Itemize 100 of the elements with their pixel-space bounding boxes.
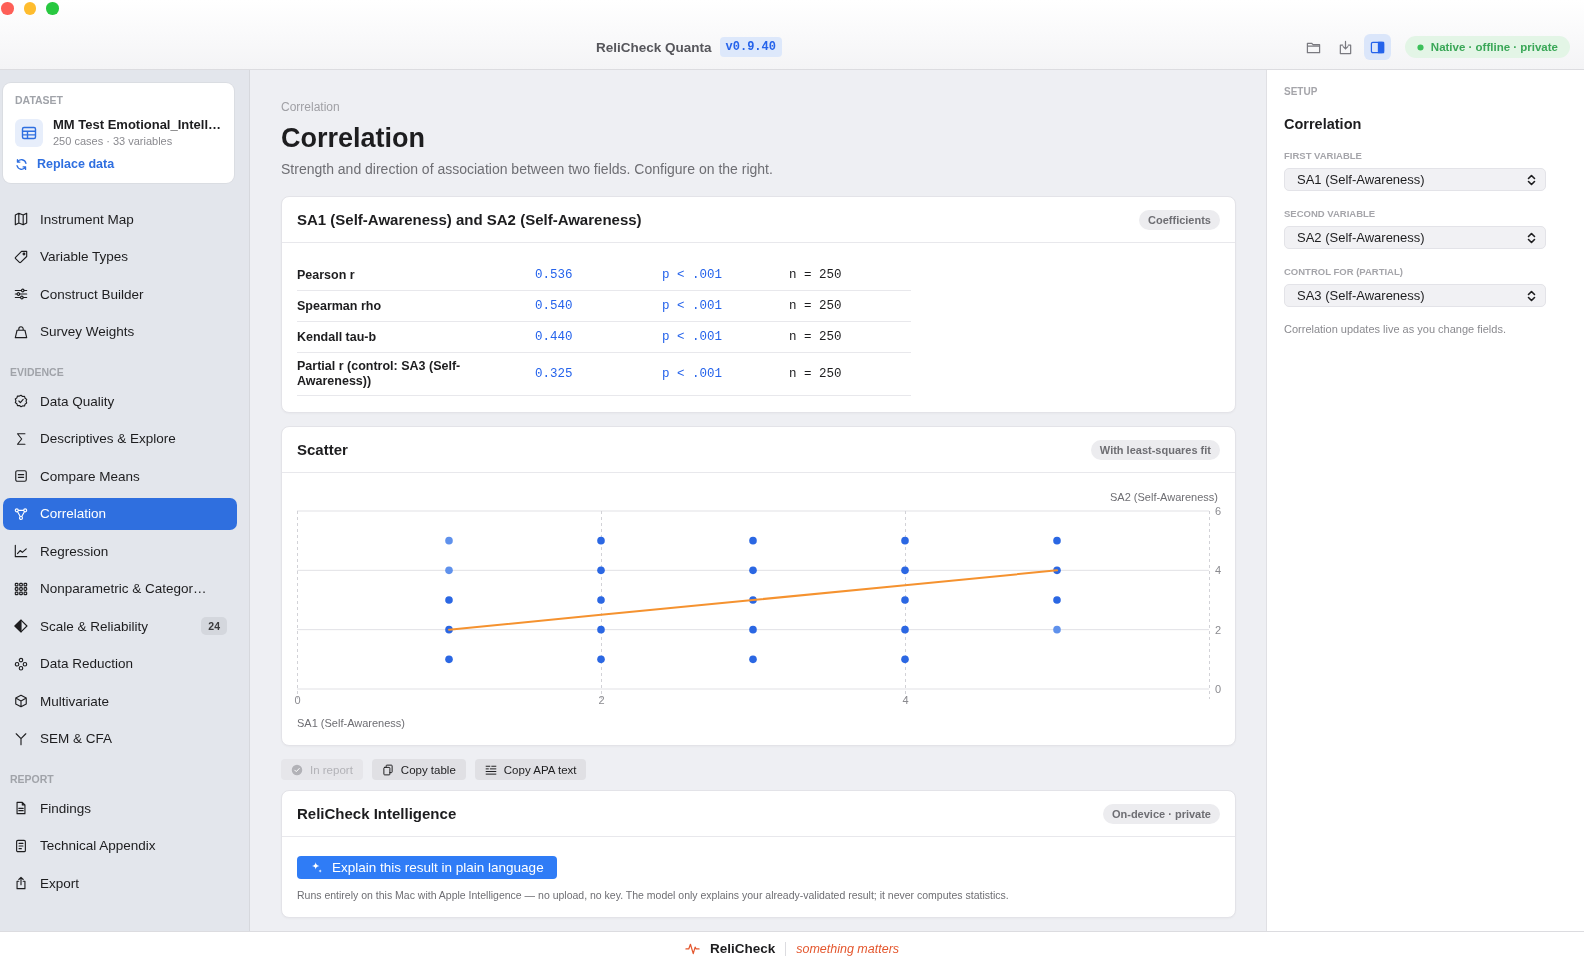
section-label: DATASET — [15, 93, 65, 107]
chevron-up-down-icon — [1527, 289, 1536, 302]
action-button[interactable]: Copy APA text — [474, 759, 587, 780]
card-title: ReliCheck Intelligence — [297, 805, 457, 822]
toolbar-button[interactable] — [1363, 34, 1391, 60]
sparkle-icon — [310, 861, 323, 874]
axis-tick-label: 2 — [1215, 623, 1222, 636]
tag-icon — [14, 249, 28, 264]
version-tag: v0.9.40 — [719, 37, 782, 57]
variable-select[interactable]: SA1 (Self-Awareness) — [1284, 168, 1546, 191]
sidebar-item[interactable]: Data Quality — [3, 385, 237, 417]
disclaimer-text: Runs entirely on this Mac with Apple Intelligence — no upload, no key. The model only explains your already-validated result; it never computes statistics. — [297, 888, 1010, 902]
replace-data-link[interactable]: Replace data — [15, 156, 115, 172]
statistic-label: Pearson r — [297, 267, 356, 283]
card-tag: On-device · private — [1102, 803, 1220, 824]
chevron-up-down-icon — [1527, 231, 1536, 244]
section-label: REPORT — [10, 772, 55, 786]
coefficient-value: 0.440 — [535, 329, 574, 345]
tray-download-icon — [1337, 39, 1353, 55]
window-title: ReliCheck Quanta — [596, 39, 712, 55]
y-axis-title: SA2 (Self-Awareness) — [1110, 491, 1218, 503]
refresh-icon — [15, 157, 28, 171]
share-icon — [14, 876, 28, 890]
chevron-up-down-icon — [1527, 173, 1536, 186]
sidebar-item[interactable]: Technical Appendix — [3, 829, 237, 862]
sidebar-item[interactable]: Scale & Reliability 24 — [3, 610, 237, 642]
map-icon — [14, 212, 28, 226]
axis-tick-label: 2 — [598, 694, 605, 706]
statistic-label: Kendall tau-b — [297, 329, 378, 345]
sidebar-item[interactable]: Descriptives & Explore — [3, 422, 237, 455]
contrast-icon — [14, 619, 28, 633]
explain-button[interactable]: Explain this result in plain language — [297, 856, 557, 879]
card-title: Scatter — [297, 441, 348, 458]
sample-size: n = 250 — [789, 329, 843, 345]
dataset-name: MM Test Emotional_Intell… — [53, 117, 222, 133]
axis-tick-label: 4 — [1215, 564, 1222, 577]
text-document-icon — [14, 838, 28, 853]
breadcrumb: Correlation — [281, 100, 341, 114]
axis-tick-label: 6 — [1215, 505, 1222, 517]
statistic-label: Partial r (control: SA3 (Self-Awareness)) — [297, 359, 462, 389]
panel-label: SETUP — [1284, 86, 1319, 98]
p-value: p < .001 — [662, 329, 723, 345]
brand-name: ReliCheck — [709, 941, 776, 956]
variable-select[interactable]: SA2 (Self-Awareness) — [1284, 226, 1546, 249]
p-value: p < .001 — [662, 366, 723, 382]
x-axis-title: SA1 (Self-Awareness) — [297, 717, 405, 729]
sidebar-item[interactable]: Instrument Map — [3, 203, 237, 235]
page-subtitle: Strength and direction of association between two fields. Configure on the right. — [281, 160, 774, 178]
sidebar-item[interactable]: Construct Builder — [3, 278, 237, 310]
document-icon — [14, 801, 28, 815]
table-icon — [15, 118, 43, 147]
cube-icon — [14, 694, 28, 708]
pulse-icon — [684, 941, 700, 956]
field-label: FIRST VARIABLE — [1284, 150, 1363, 161]
dataset-meta: 250 cases · 33 variables — [53, 134, 174, 148]
line-chart-icon — [14, 544, 28, 558]
section-label: EVIDENCE — [10, 365, 65, 379]
sample-size: n = 250 — [789, 298, 843, 314]
panel-note: Correlation updates live as you change fields. — [1284, 323, 1507, 336]
page-title: Correlation — [281, 122, 427, 155]
sidebar-item[interactable]: Compare Means — [3, 460, 237, 492]
p-value: p < .001 — [662, 298, 723, 314]
p-value: p < .001 — [662, 267, 723, 283]
sidebar-item[interactable]: Correlation — [3, 497, 237, 530]
list-icon — [14, 469, 28, 483]
action-button[interactable]: Copy table — [371, 759, 466, 780]
sidebar-item[interactable]: Findings — [3, 792, 237, 824]
sidebar-item[interactable]: Multivariate — [3, 685, 237, 717]
field-label: CONTROL FOR (PARTIAL) — [1284, 266, 1404, 277]
weight-icon — [14, 324, 28, 339]
coefficient-value: 0.540 — [535, 298, 574, 314]
variable-select[interactable]: SA3 (Self-Awareness) — [1284, 284, 1546, 307]
circles-icon — [14, 656, 28, 671]
axis-tick-label: 0 — [294, 694, 301, 706]
sidebar-item[interactable]: Nonparametric & Categor… — [3, 572, 237, 605]
text-lines-icon — [484, 763, 497, 776]
sidebar-item[interactable]: Regression — [3, 535, 237, 567]
check-circle-icon — [291, 763, 303, 776]
sidebar-item[interactable]: Survey Weights — [3, 315, 237, 348]
coefficient-value: 0.325 — [535, 366, 574, 382]
badge-check-icon — [14, 394, 28, 408]
card-tag: With least-squares fit — [1090, 439, 1220, 460]
zoom-window-button[interactable] — [46, 2, 59, 15]
fork-icon — [14, 731, 28, 746]
sidebar-item[interactable]: Data Reduction — [3, 647, 237, 680]
sidebar-item[interactable]: SEM & CFA — [3, 722, 237, 755]
sidebar-item[interactable]: Export — [3, 867, 237, 899]
sample-size: n = 250 — [789, 267, 843, 283]
panel-title: Correlation — [1284, 115, 1363, 133]
close-window-button[interactable] — [1, 2, 14, 15]
field-label: SECOND VARIABLE — [1284, 208, 1377, 219]
sigma-icon — [14, 431, 28, 446]
sidebar-item[interactable]: Variable Types — [3, 240, 237, 273]
axis-tick-label: 4 — [902, 694, 909, 706]
card-title: SA1 (Self-Awareness) and SA2 (Self-Awareness) — [297, 211, 642, 228]
card-tag: Coefficients — [1139, 209, 1220, 230]
sidebar-toggle-icon — [1369, 39, 1385, 55]
sliders-icon — [14, 287, 28, 301]
tagline: something matters — [796, 941, 900, 956]
statistic-label: Spearman rho — [297, 298, 383, 314]
